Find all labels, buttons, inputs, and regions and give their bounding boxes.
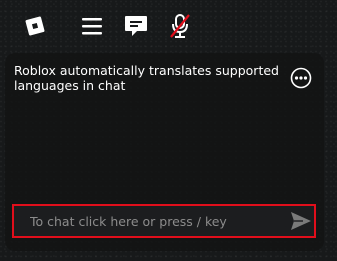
chat-message: Roblox automatically translates supporte… [14,63,279,93]
microphone-muted-icon[interactable] [167,13,193,39]
chat-input[interactable] [30,212,275,230]
hamburger-menu-icon[interactable] [79,13,105,39]
chat-panel: Roblox automatically translates supporte… [5,53,324,251]
more-options-icon[interactable] [290,67,312,89]
roblox-logo-icon[interactable] [22,13,48,39]
chat-input-box[interactable] [12,204,316,238]
send-icon[interactable] [290,211,312,231]
top-bar [0,0,337,50]
chat-bubble-icon[interactable] [123,13,149,39]
